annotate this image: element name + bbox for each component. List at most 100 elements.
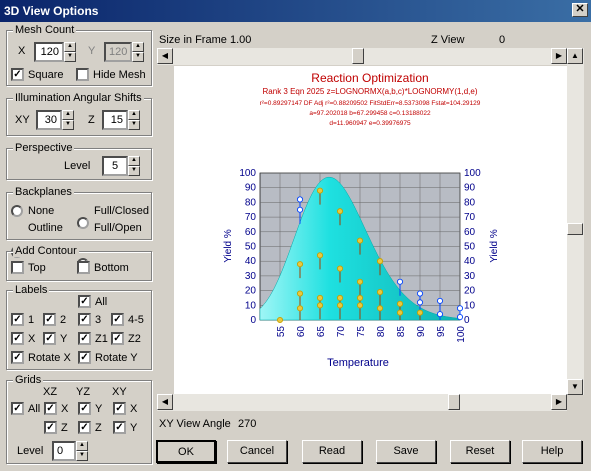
grids-yz-y-checkbox[interactable]: ✓ <box>78 402 91 415</box>
data-point <box>296 290 304 297</box>
xy-scroll-left-icon[interactable]: ◀ <box>157 394 173 410</box>
grids-all-checkbox[interactable]: ✓ <box>11 402 24 415</box>
contour-top-checkbox[interactable] <box>11 261 24 274</box>
backplanes-title: Backplanes <box>13 186 74 198</box>
data-point <box>356 294 364 301</box>
y-tick-label-right: 10 <box>464 300 476 311</box>
size-in-frame-value: 1.00 <box>230 34 252 46</box>
mesh-y-field[interactable]: 120 <box>104 42 132 62</box>
square-checkbox[interactable]: ✓ <box>11 68 24 81</box>
y-tick-label-left: 40 <box>245 256 257 267</box>
data-point <box>316 187 324 194</box>
z-view-scrollbar[interactable]: ▲ ▼ <box>567 48 584 395</box>
x-tick-label: 55 <box>276 326 287 338</box>
perspective-level-label: Level <box>64 160 91 172</box>
grids-level-field[interactable]: 0 <box>52 441 76 461</box>
mesh-x-spinner[interactable]: ▲ ▼ <box>64 42 76 62</box>
help-button[interactable]: Help <box>522 440 582 463</box>
contour-top-label: Top <box>28 262 46 274</box>
labels-y-checkbox[interactable]: ✓ <box>43 332 56 345</box>
grids-xy-x-checkbox[interactable]: ✓ <box>113 402 126 415</box>
labels-4-5-label: 4-5 <box>128 314 144 326</box>
illum-z-spinner[interactable]: ▲ ▼ <box>128 110 140 130</box>
y-axis-label-right: Yield % <box>489 229 500 263</box>
read-button[interactable]: Read <box>302 440 362 463</box>
mesh-y-label: Y <box>88 45 96 57</box>
z-view-scroll-thumb[interactable] <box>567 223 583 235</box>
close-button[interactable]: ✕ <box>572 3 588 17</box>
illum-z-label: Z <box>88 114 95 126</box>
data-point <box>356 237 364 244</box>
cancel-button[interactable]: Cancel <box>227 440 287 463</box>
data-point <box>296 305 304 312</box>
data-point <box>336 302 344 309</box>
grids-yz-z-checkbox[interactable]: ✓ <box>78 421 91 434</box>
mesh-x-field[interactable]: 120 <box>34 42 64 62</box>
backplane-full-closed-radio[interactable] <box>77 217 89 229</box>
backplane-none-radio[interactable] <box>11 205 23 217</box>
scroll-left-icon[interactable]: ◀ <box>157 48 173 64</box>
y-tick-label-left: 70 <box>245 212 257 223</box>
labels-all-checkbox[interactable]: ✓ <box>78 295 91 308</box>
y-tick-label-right: 0 <box>464 315 470 326</box>
mesh-count-title: Mesh Count <box>13 24 77 36</box>
grids-level-label: Level <box>17 445 44 457</box>
ok-button[interactable]: OK <box>156 440 216 463</box>
data-point <box>296 261 304 268</box>
hide-mesh-checkbox[interactable] <box>76 68 89 81</box>
perspective-level-spinner[interactable]: ▲ ▼ <box>128 156 140 176</box>
labels-rotate-y-checkbox[interactable]: ✓ <box>78 351 91 364</box>
grids-yz-z-label: Z <box>95 422 102 434</box>
illum-xy-spinner[interactable]: ▲ ▼ <box>62 110 74 130</box>
data-point <box>336 294 344 301</box>
labels-rotate-x-checkbox[interactable]: ✓ <box>11 351 24 364</box>
data-point <box>416 299 424 306</box>
grids-xz-x-checkbox[interactable]: ✓ <box>44 402 57 415</box>
labels-1-checkbox[interactable]: ✓ <box>11 313 24 326</box>
grids-title: Grids <box>13 374 44 386</box>
labels-x-label: X <box>28 333 36 345</box>
labels-3-checkbox[interactable]: ✓ <box>78 313 91 326</box>
size-scroll-thumb[interactable] <box>352 48 364 64</box>
grids-xy-y-checkbox[interactable]: ✓ <box>113 421 126 434</box>
data-point <box>336 265 344 272</box>
add-contour-title: Add Contour <box>13 245 79 257</box>
chart-svg: Reaction Optimization Rank 3 Eqn 2025 z=… <box>223 71 500 369</box>
backplane-none-label: None <box>28 205 55 217</box>
perspective-level-field[interactable]: 5 <box>102 156 128 176</box>
x-tick-label: 70 <box>336 326 347 338</box>
labels-z1-checkbox[interactable]: ✓ <box>78 332 91 345</box>
xy-view-scrollbar[interactable]: ◀ ▶ <box>157 394 567 411</box>
data-point <box>276 316 284 324</box>
scroll-down-icon[interactable]: ▼ <box>567 379 583 395</box>
xy-view-scroll-thumb[interactable] <box>448 394 460 410</box>
y-tick-label-right: 20 <box>464 286 476 297</box>
xy-scroll-right-icon[interactable]: ▶ <box>551 394 567 410</box>
labels-4-5-checkbox[interactable]: ✓ <box>111 313 124 326</box>
save-button[interactable]: Save <box>376 440 436 463</box>
labels-2-checkbox[interactable]: ✓ <box>43 313 56 326</box>
scroll-up-icon[interactable]: ▲ <box>567 48 583 64</box>
data-point <box>436 311 444 318</box>
grids-xz-header: XZ <box>43 386 58 398</box>
grids-xz-z-checkbox[interactable]: ✓ <box>44 421 57 434</box>
grids-level-spinner[interactable]: ▲ ▼ <box>76 441 88 461</box>
illum-z-field[interactable]: 15 <box>102 110 128 130</box>
data-point <box>396 309 404 316</box>
mesh-y-spinner[interactable]: ▲ ▼ <box>132 42 144 62</box>
grids-yz-y-label: Y <box>95 403 103 415</box>
size-scrollbar[interactable]: ◀ ▶ <box>157 48 567 65</box>
labels-all-label: All <box>95 296 108 308</box>
contour-bottom-checkbox[interactable] <box>77 261 90 274</box>
labels-z2-checkbox[interactable]: ✓ <box>111 332 124 345</box>
chart-title: Reaction Optimization <box>311 71 428 85</box>
y-tick-label-left: 10 <box>245 300 257 311</box>
y-tick-label-left: 80 <box>245 197 257 208</box>
illum-xy-field[interactable]: 30 <box>36 110 62 130</box>
reset-button[interactable]: Reset <box>450 440 510 463</box>
scroll-right-icon[interactable]: ▶ <box>551 48 567 64</box>
plot-area: 0 0 10 10 20 20 30 30 40 40 50 50 60 60 70 70 80 80 90 90 10… <box>239 168 481 343</box>
grids-yz-header: YZ <box>76 386 91 398</box>
z-view-value: 0 <box>499 34 506 46</box>
labels-x-checkbox[interactable]: ✓ <box>11 332 24 345</box>
